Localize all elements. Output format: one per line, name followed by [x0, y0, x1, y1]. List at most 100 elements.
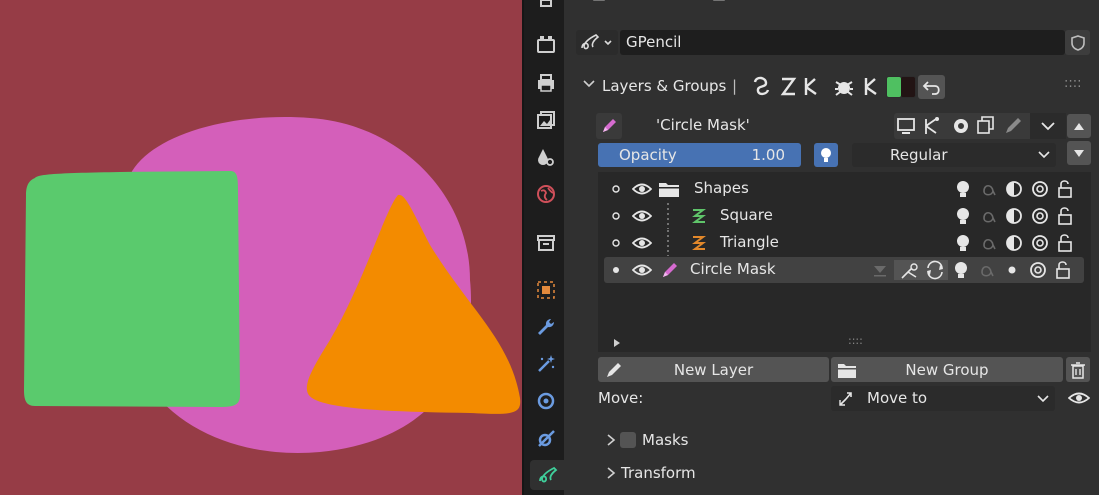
- chevron-right-icon[interactable]: [606, 434, 616, 446]
- unlock-icon: [1058, 180, 1072, 198]
- monitor-icon: [897, 118, 915, 134]
- move-layer-up-button[interactable]: [1067, 114, 1091, 138]
- trash-icon: [1071, 361, 1085, 379]
- collection-icon: [537, 235, 555, 251]
- eye-icon[interactable]: [632, 262, 652, 278]
- tab-view-layer[interactable]: [531, 105, 561, 135]
- radio-dot-icon[interactable]: [612, 185, 620, 193]
- layer-tree-list: Shapes Square Triangle Circle Mask::::: [598, 172, 1091, 352]
- mask-rings-icon: [1032, 235, 1048, 251]
- tab-collection[interactable]: [531, 228, 561, 258]
- armature-icon-2: [864, 78, 877, 95]
- mask-rings-icon: [1032, 181, 1048, 197]
- tree-row-square[interactable]: Square: [598, 203, 1086, 229]
- active-layer-icon: [596, 113, 622, 139]
- constraints-icon: [538, 430, 555, 447]
- chevron-right-icon[interactable]: [606, 467, 616, 479]
- bug-icon: [835, 81, 853, 96]
- panel-title-separator: |: [732, 77, 738, 95]
- tab-tool[interactable]: [531, 0, 561, 22]
- blend-mode-value: Regular: [890, 146, 948, 164]
- tab-render[interactable]: [531, 30, 561, 60]
- printer-icon: [538, 74, 554, 92]
- dot-icon: [1008, 266, 1016, 274]
- delete-button[interactable]: [1066, 357, 1090, 382]
- pencil-icon: [663, 263, 677, 277]
- bone-branch-icon: [925, 117, 939, 134]
- mask-rings-icon: [1032, 208, 1048, 224]
- unlock-icon: [1058, 234, 1072, 252]
- alpha-icon: [983, 211, 996, 223]
- radio-dot-filled-icon[interactable]: [612, 266, 620, 274]
- eye-icon[interactable]: [1068, 390, 1090, 406]
- onion-skin-icon: [1006, 208, 1022, 224]
- new-layer-button[interactable]: New Layer: [598, 357, 829, 382]
- new-group-button[interactable]: New Group: [831, 357, 1063, 382]
- row-toggles[interactable]: [868, 260, 1080, 280]
- panel-drag-grip[interactable]: ::::: [1064, 76, 1082, 91]
- breadcrumb-icons: [593, 0, 725, 1]
- tab-world[interactable]: [531, 179, 561, 209]
- panel-collapse-chevron[interactable]: [582, 77, 596, 95]
- data-type-dropdown[interactable]: [576, 30, 618, 55]
- radio-dot-icon[interactable]: [612, 212, 620, 220]
- list-resize-grip[interactable]: ::::: [848, 334, 863, 347]
- lightbulb-icon: [957, 208, 969, 224]
- new-layer-label: New Layer: [673, 360, 754, 379]
- new-group-label: New Group: [905, 360, 989, 379]
- effects-wand-icon: [538, 355, 555, 372]
- active-layer-name: 'Circle Mask': [656, 116, 750, 134]
- tab-scene[interactable]: [531, 142, 561, 172]
- move-layer-down-button[interactable]: [1067, 141, 1091, 165]
- opacity-slider[interactable]: Opacity 1.00: [598, 143, 801, 167]
- filter-icon: [874, 266, 886, 277]
- opacity-value: 1.00: [751, 146, 785, 164]
- green-color-swatch: [887, 77, 901, 97]
- 3d-viewport[interactable]: [0, 0, 522, 495]
- masks-checkbox[interactable]: [620, 432, 636, 448]
- tab-effects[interactable]: [531, 349, 561, 379]
- gear-icon: [954, 119, 968, 133]
- eye-icon[interactable]: [632, 181, 652, 197]
- eye-icon[interactable]: [632, 208, 652, 224]
- object-name-field[interactable]: GPencil: [620, 30, 1065, 55]
- eye-icon[interactable]: [632, 235, 652, 251]
- partial-top-header: [574, 0, 1084, 6]
- unlock-icon: [1058, 207, 1072, 225]
- move-to-dropdown[interactable]: Move to: [831, 386, 1055, 411]
- lightbulb-icon: [957, 235, 969, 251]
- tab-constraints[interactable]: [531, 423, 561, 453]
- move-label: Move:: [598, 389, 644, 407]
- radio-dot-icon[interactable]: [612, 239, 620, 247]
- tab-output[interactable]: [531, 68, 561, 98]
- panel-title[interactable]: Layers & Groups: [602, 77, 726, 95]
- row-toggles[interactable]: [948, 206, 1078, 226]
- tab-modifiers[interactable]: [531, 312, 561, 342]
- tree-row-shapes[interactable]: Shapes: [598, 176, 1086, 202]
- tree-row-triangle[interactable]: Triangle: [598, 230, 1086, 256]
- tab-physics[interactable]: [531, 386, 561, 416]
- tab-data[interactable]: [530, 460, 566, 490]
- row-toggles[interactable]: [948, 233, 1078, 253]
- list-filter-toggle[interactable]: [612, 338, 622, 348]
- transform-subpanel-title[interactable]: Transform: [621, 464, 696, 482]
- use-lights-toggle[interactable]: [814, 143, 838, 167]
- viewport-canvas: [24, 117, 521, 453]
- move-arrow-icon: [839, 392, 852, 406]
- wrench-icon: [538, 318, 555, 335]
- layer-visibility-icons: [894, 113, 1066, 139]
- header-tool-icons: [752, 74, 947, 100]
- row-toggles[interactable]: [948, 179, 1078, 199]
- mask-rings-icon: [1030, 262, 1046, 278]
- chevron-down-icon: [583, 80, 595, 88]
- masks-subpanel-title[interactable]: Masks: [642, 431, 688, 449]
- layer-tool-icons: [753, 75, 945, 99]
- fake-user-button[interactable]: [1065, 30, 1090, 55]
- onion-skin-icon: [1006, 181, 1022, 197]
- tab-object[interactable]: [531, 275, 561, 305]
- shield-icon: [1070, 34, 1085, 51]
- pencil-icon: [603, 119, 616, 132]
- layer-options-icons: [897, 113, 1066, 139]
- blend-mode-dropdown[interactable]: Regular: [852, 143, 1056, 167]
- tree-row-circle-mask[interactable]: Circle Mask: [604, 257, 1084, 283]
